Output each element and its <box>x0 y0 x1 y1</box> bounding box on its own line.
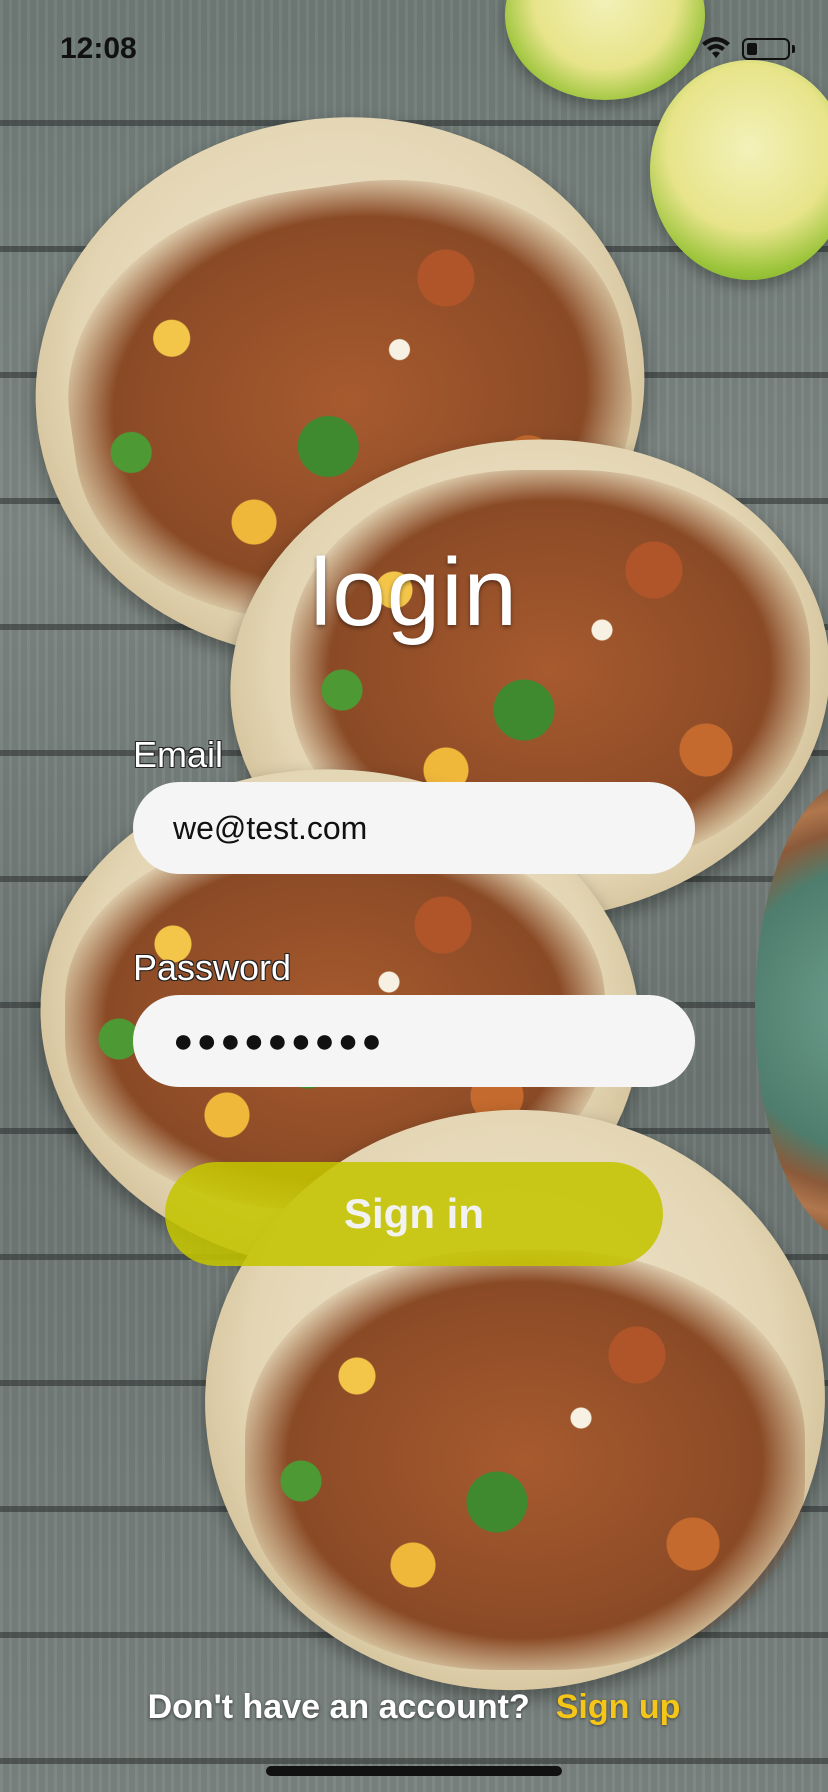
page-title: login <box>310 539 518 646</box>
email-field[interactable]: we@test.com <box>133 782 695 874</box>
tacos-background-image <box>0 0 828 1792</box>
email-label: Email <box>133 734 224 775</box>
password-field[interactable]: ●●●●●●●●● <box>133 995 695 1087</box>
email-value: we@test.com <box>173 809 368 846</box>
home-indicator[interactable] <box>266 1766 562 1776</box>
login-screen: 12:08 login Email we@test.com Password ●… <box>0 0 828 1792</box>
wifi-icon <box>702 37 730 58</box>
status-time: 12:08 <box>60 32 137 65</box>
signin-button[interactable]: Sign in <box>165 1162 663 1266</box>
password-value: ●●●●●●●●● <box>173 1021 385 1060</box>
battery-icon <box>742 38 795 60</box>
signup-link[interactable]: Sign up <box>556 1688 681 1727</box>
password-label: Password <box>133 947 292 988</box>
status-bar: 12:08 <box>0 0 828 100</box>
signup-prompt-text: Don't have an account? <box>147 1688 530 1726</box>
signup-prompt: Don't have an account? Sign up <box>0 1688 828 1727</box>
